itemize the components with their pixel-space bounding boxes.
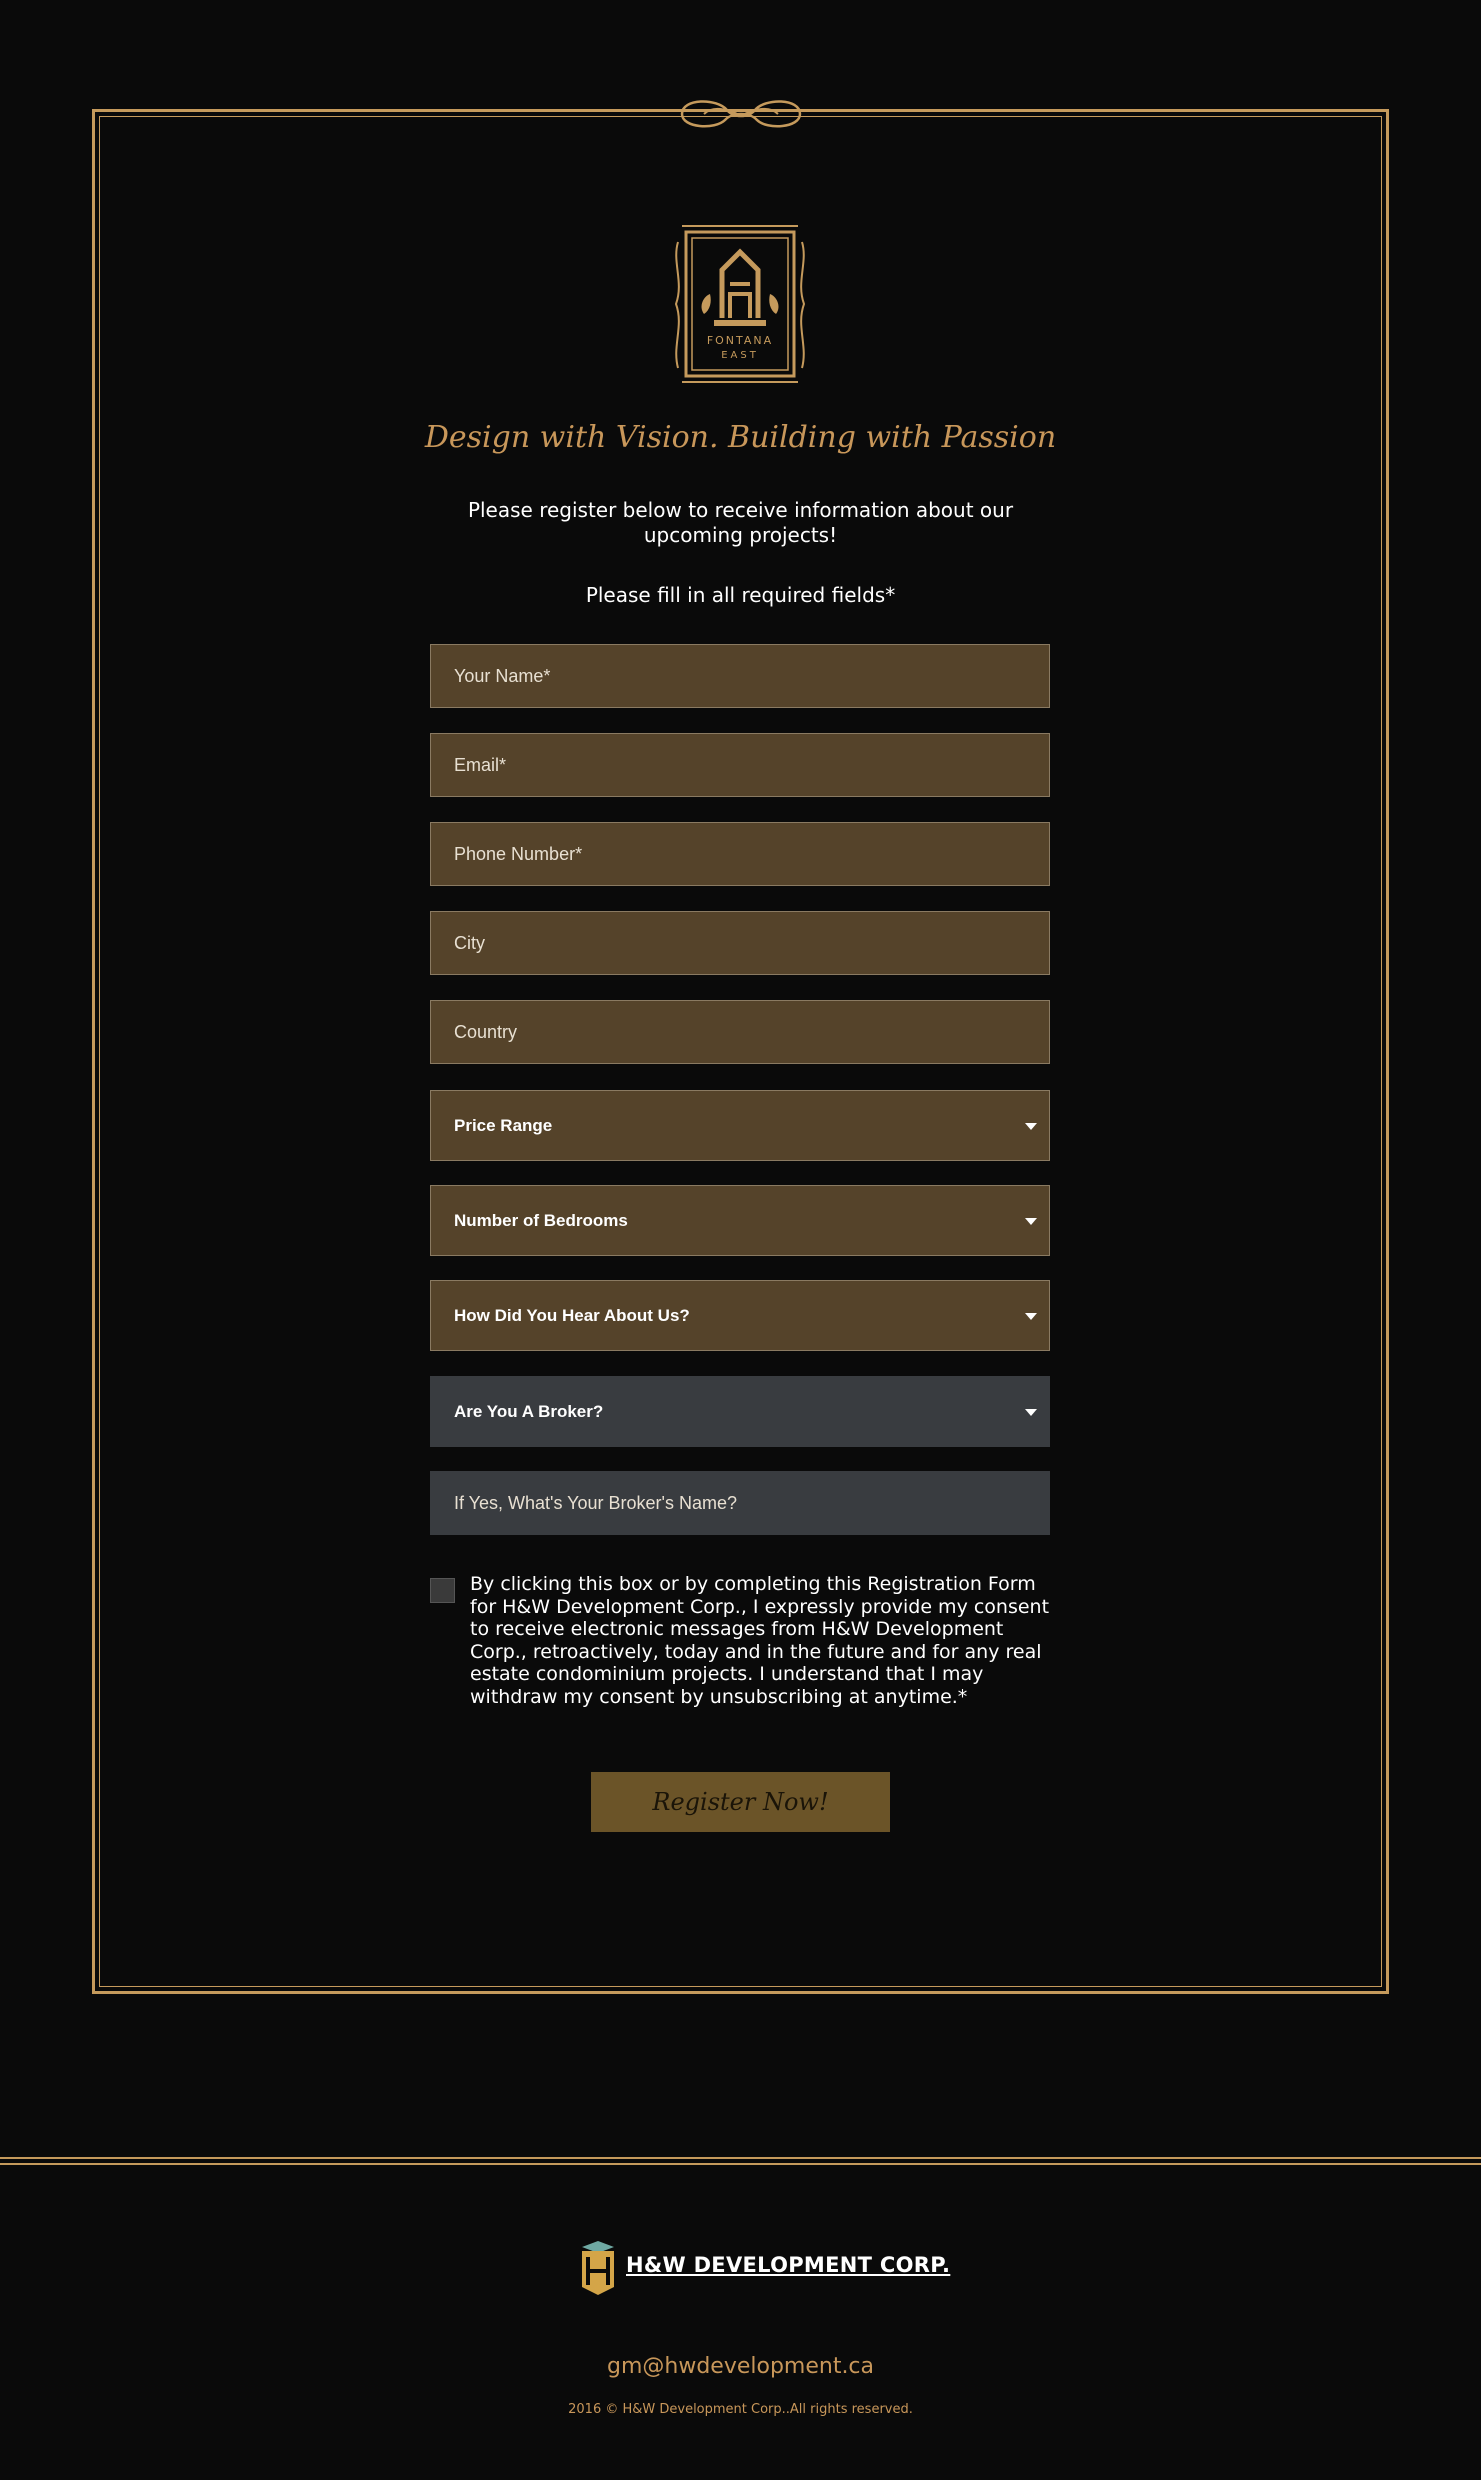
register-button[interactable]: Register Now! (591, 1772, 890, 1832)
flourish-ornament (680, 100, 802, 128)
name-field[interactable]: Your Name* (430, 644, 1050, 708)
chevron-down-icon (1025, 1122, 1037, 1130)
broker-name-field[interactable]: If Yes, What's Your Broker's Name? (430, 1471, 1050, 1535)
name-field-placeholder: Your Name* (454, 665, 551, 686)
consent-text: By clicking this box or by completing th… (470, 1573, 1050, 1708)
heard-about-label: How Did You Hear About Us? (454, 1305, 690, 1325)
hw-logo-icon (582, 2241, 614, 2295)
price-range-label: Price Range (454, 1115, 553, 1135)
footer-divider-inner (0, 2163, 1481, 2165)
bedrooms-select[interactable]: Number of Bedrooms (430, 1185, 1050, 1256)
chevron-down-icon (1025, 1217, 1037, 1225)
country-field-placeholder: Country (454, 1021, 518, 1042)
footer-divider (0, 2157, 1481, 2159)
email-field[interactable]: Email* (430, 733, 1050, 797)
footer-copyright: 2016 © H&W Development Corp..All rights … (568, 2402, 913, 2417)
phone-field[interactable]: Phone Number* (430, 822, 1050, 886)
chevron-down-icon (1025, 1408, 1037, 1416)
country-field[interactable]: Country (430, 1000, 1050, 1064)
email-field-placeholder: Email* (454, 754, 507, 775)
heard-about-select[interactable]: How Did You Hear About Us? (430, 1280, 1050, 1351)
required-note: Please fill in all required fields* (585, 583, 896, 607)
footer-email-link[interactable]: gm@hwdevelopment.ca (0, 2354, 1481, 2379)
tagline: Design with Vision. Building with Passio… (424, 420, 1057, 455)
bedrooms-label: Number of Bedrooms (454, 1210, 628, 1230)
logo-text-bottom: EAST (721, 350, 759, 361)
city-field[interactable]: City (430, 911, 1050, 975)
chevron-down-icon (1025, 1312, 1037, 1320)
company-name-link[interactable]: H&W DEVELOPMENT CORP. (626, 2253, 950, 2277)
phone-field-placeholder: Phone Number* (454, 843, 583, 864)
city-field-placeholder: City (454, 932, 485, 953)
logo-text-top: FONTANA (707, 334, 773, 347)
consent-checkbox[interactable] (430, 1578, 455, 1603)
broker-label: Are You A Broker? (454, 1401, 604, 1421)
broker-select[interactable]: Are You A Broker? (430, 1376, 1050, 1447)
fontana-east-logo: FONTANA EAST (674, 225, 806, 383)
intro-text: Please register below to receive informa… (467, 498, 1014, 547)
broker-name-placeholder: If Yes, What's Your Broker's Name? (454, 1492, 738, 1513)
price-range-select[interactable]: Price Range (430, 1090, 1050, 1161)
